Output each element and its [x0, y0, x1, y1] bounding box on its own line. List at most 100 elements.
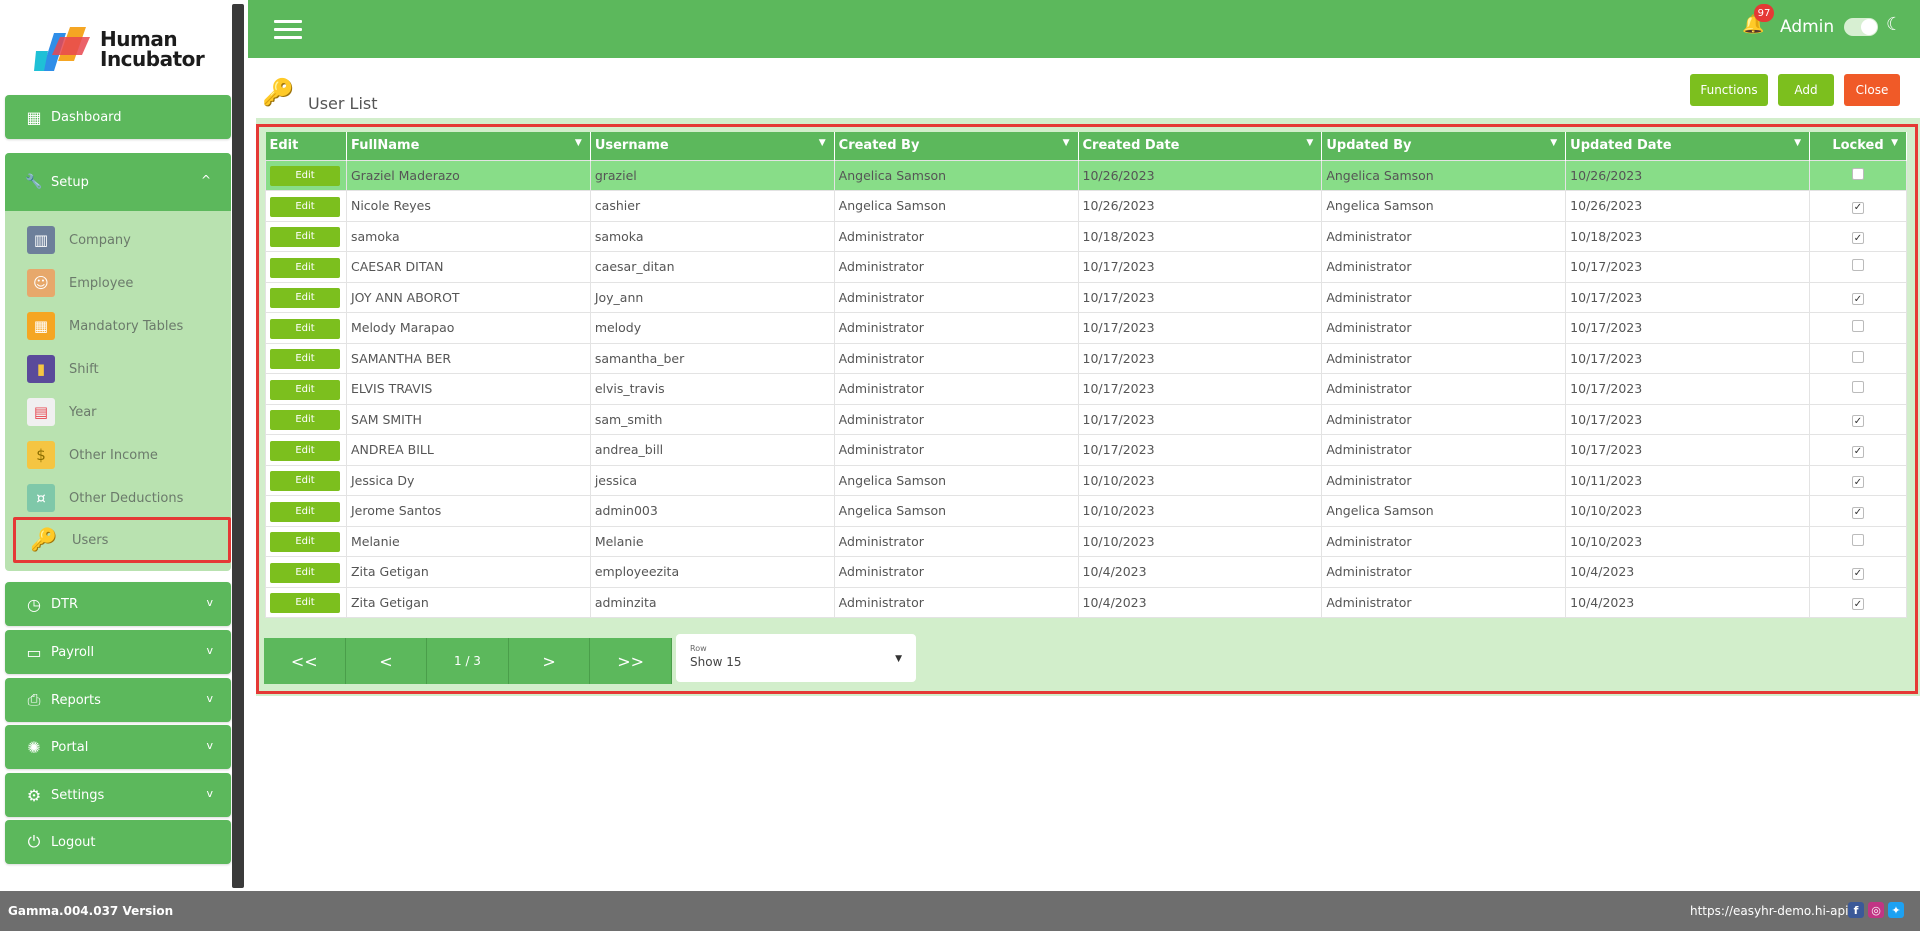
user-name[interactable]: Admin — [1780, 17, 1834, 37]
table-row[interactable]: Edit Melody Marapao melody Administrator 10/… — [265, 312, 1907, 344]
locked-checkbox[interactable] — [1852, 167, 1864, 180]
locked-checkbox[interactable] — [1852, 320, 1864, 333]
nav-payroll[interactable]: ▭ Payroll v — [5, 630, 231, 674]
sidebar-item-shift[interactable]: ▮ Shift — [27, 353, 222, 385]
locked-checkbox[interactable]: ✓ — [1852, 476, 1864, 488]
edit-button[interactable]: Edit — [270, 288, 340, 309]
twitter-icon[interactable]: ✦ — [1888, 902, 1904, 918]
theme-toggle[interactable] — [1844, 18, 1878, 36]
edit-button[interactable]: Edit — [270, 532, 340, 553]
edit-button[interactable]: Edit — [270, 440, 340, 461]
table-row[interactable]: Edit Zita Getigan employeezita Administrato… — [265, 556, 1907, 588]
locked-checkbox[interactable]: ✓ — [1852, 598, 1864, 610]
sidebar-scrollbar[interactable] — [232, 4, 244, 888]
column-header-username[interactable]: Username ▼ — [590, 132, 835, 160]
instagram-icon[interactable]: ◎ — [1868, 902, 1884, 918]
brand-logo[interactable]: Human Incubator — [34, 24, 214, 74]
locked-checkbox[interactable]: ✓ — [1852, 232, 1864, 244]
locked-checkbox[interactable] — [1852, 350, 1864, 363]
edit-button[interactable]: Edit — [270, 227, 340, 248]
sidebar-item-employee[interactable]: ☺ Employee — [27, 267, 222, 299]
edit-cell: Edit — [265, 312, 347, 344]
nav-dashboard[interactable]: ▦ Dashboard — [5, 95, 231, 139]
sidebar-item-mandatory-tables[interactable]: ▦ Mandatory Tables — [27, 310, 222, 342]
edit-button[interactable]: Edit — [270, 257, 340, 278]
edit-button[interactable]: Edit — [270, 593, 340, 614]
table-row[interactable]: Edit ELVIS TRAVIS elvis_travis Administrato… — [265, 373, 1907, 405]
last-page-button[interactable]: >> — [590, 638, 672, 684]
nav-settings[interactable]: ⚙ Settings v — [5, 773, 231, 817]
site-link[interactable]: https://easyhr-demo.hi-api.io — [1690, 904, 1863, 918]
first-page-button[interactable]: << — [264, 638, 346, 684]
locked-checkbox[interactable]: ✓ — [1852, 506, 1864, 519]
edit-cell: Edit — [265, 556, 347, 588]
edit-button[interactable]: Edit — [270, 562, 340, 583]
locked-checkbox[interactable]: ✓ — [1852, 201, 1864, 214]
filter-icon[interactable]: ▼ — [1891, 138, 1898, 148]
column-header-created-date[interactable]: Created Date ▼ — [1078, 132, 1323, 160]
locked-checkbox[interactable] — [1852, 533, 1864, 546]
prev-page-button[interactable]: < — [345, 638, 428, 684]
table-row[interactable]: Edit Graziel Maderazo graziel Angelica Sams… — [265, 159, 1907, 191]
locked-checkbox[interactable]: ✓ — [1852, 293, 1864, 305]
table-row[interactable]: Edit CAESAR DITAN caesar_ditan Administrato… — [265, 251, 1907, 283]
edit-button[interactable]: Edit — [270, 379, 340, 400]
filter-icon[interactable]: ▼ — [819, 138, 826, 148]
edit-button[interactable]: Edit — [270, 471, 340, 492]
locked-checkbox[interactable]: ✓ — [1852, 567, 1864, 580]
edit-button[interactable]: Edit — [270, 501, 340, 522]
filter-icon[interactable]: ▼ — [1063, 138, 1070, 148]
nav-setup[interactable]: 🔧 Setup ^ — [5, 153, 231, 211]
filter-icon[interactable]: ▼ — [1306, 138, 1313, 148]
cell-updated-by: Administrator — [1321, 586, 1567, 618]
table-row[interactable]: Edit Nicole Reyes cashier Angelica Samson 10… — [265, 190, 1907, 222]
edit-button[interactable]: Edit — [270, 318, 340, 339]
nav-portal[interactable]: ✺ Portal v — [5, 725, 231, 769]
facebook-icon[interactable]: f — [1848, 902, 1864, 918]
table-row[interactable]: Edit JOY ANN ABOROT Joy_ann Administrator 10… — [265, 281, 1907, 313]
column-header-fullname[interactable]: FullName ▼ — [346, 132, 591, 160]
locked-checkbox[interactable]: ✓ — [1852, 415, 1864, 427]
locked-checkbox[interactable] — [1852, 259, 1864, 272]
filter-icon[interactable]: ▼ — [1550, 138, 1557, 148]
table-row[interactable]: Edit samoka samoka Administrator 10/18/2023 A… — [265, 220, 1907, 252]
locked-checkbox[interactable] — [1852, 381, 1864, 394]
table-row[interactable]: Edit Melanie Melanie Administrator 10/10/202… — [265, 525, 1907, 557]
add-button[interactable]: Add — [1778, 74, 1834, 106]
table-row[interactable]: Edit SAMANTHA BER samantha_ber Administrato… — [265, 342, 1907, 374]
sidebar-item-company[interactable]: ▥ Company — [27, 224, 222, 256]
close-button[interactable]: Close — [1844, 74, 1900, 106]
column-header-created-by[interactable]: Created By ▼ — [834, 132, 1079, 160]
table-row[interactable]: Edit Jerome Santos admin003 Angelica Samson… — [265, 495, 1907, 527]
sidebar-item-year[interactable]: ▤ Year — [27, 396, 222, 428]
edit-button[interactable]: Edit — [270, 349, 340, 370]
locked-checkbox[interactable]: ✓ — [1852, 445, 1864, 458]
column-header-edit[interactable]: Edit — [265, 132, 347, 160]
edit-cell: Edit — [265, 525, 347, 557]
payroll-icon: ▭ — [26, 642, 42, 662]
nav-dtr[interactable]: ◷ DTR v — [5, 582, 231, 626]
table-row[interactable]: Edit SAM SMITH sam_smith Administrator 10/17… — [265, 403, 1907, 435]
edit-button[interactable]: Edit — [270, 410, 340, 431]
table-row[interactable]: Edit ANDREA BILL andrea_bill Administrator 1… — [265, 434, 1907, 466]
next-page-button[interactable]: > — [508, 638, 591, 684]
hamburger-menu-icon[interactable] — [274, 20, 302, 40]
nav-logout[interactable]: ⏻ Logout — [5, 820, 231, 864]
rows-per-page-select[interactable]: Row Show 15 ▼ — [676, 634, 916, 682]
table-row[interactable]: Edit Zita Getigan adminzita Administrator 10… — [265, 586, 1907, 618]
sidebar-item-other-income[interactable]: $ Other Income — [27, 439, 222, 471]
cell-created-by: Administrator — [833, 281, 1079, 313]
filter-icon[interactable]: ▼ — [1794, 138, 1801, 148]
sidebar-item-other-deductions[interactable]: ¤ Other Deductions — [27, 482, 222, 514]
sidebar-item-users[interactable]: 🔑 Users — [13, 517, 231, 563]
edit-button[interactable]: Edit — [270, 166, 340, 187]
column-header-updated-date[interactable]: Updated Date ▼ — [1565, 132, 1810, 160]
column-header-updated-by[interactable]: Updated By ▼ — [1321, 132, 1567, 160]
column-header-locked[interactable]: Locked ▼ — [1809, 132, 1907, 160]
edit-button[interactable]: Edit — [270, 196, 340, 217]
filter-icon[interactable]: ▼ — [575, 138, 582, 148]
table-row[interactable]: Edit Jessica Dy jessica Angelica Samson 10/1… — [265, 464, 1907, 496]
functions-button[interactable]: Functions — [1690, 74, 1768, 106]
cell-updated-by: Administrator — [1321, 434, 1567, 466]
nav-reports[interactable]: ⎙ Reports v — [5, 678, 231, 722]
